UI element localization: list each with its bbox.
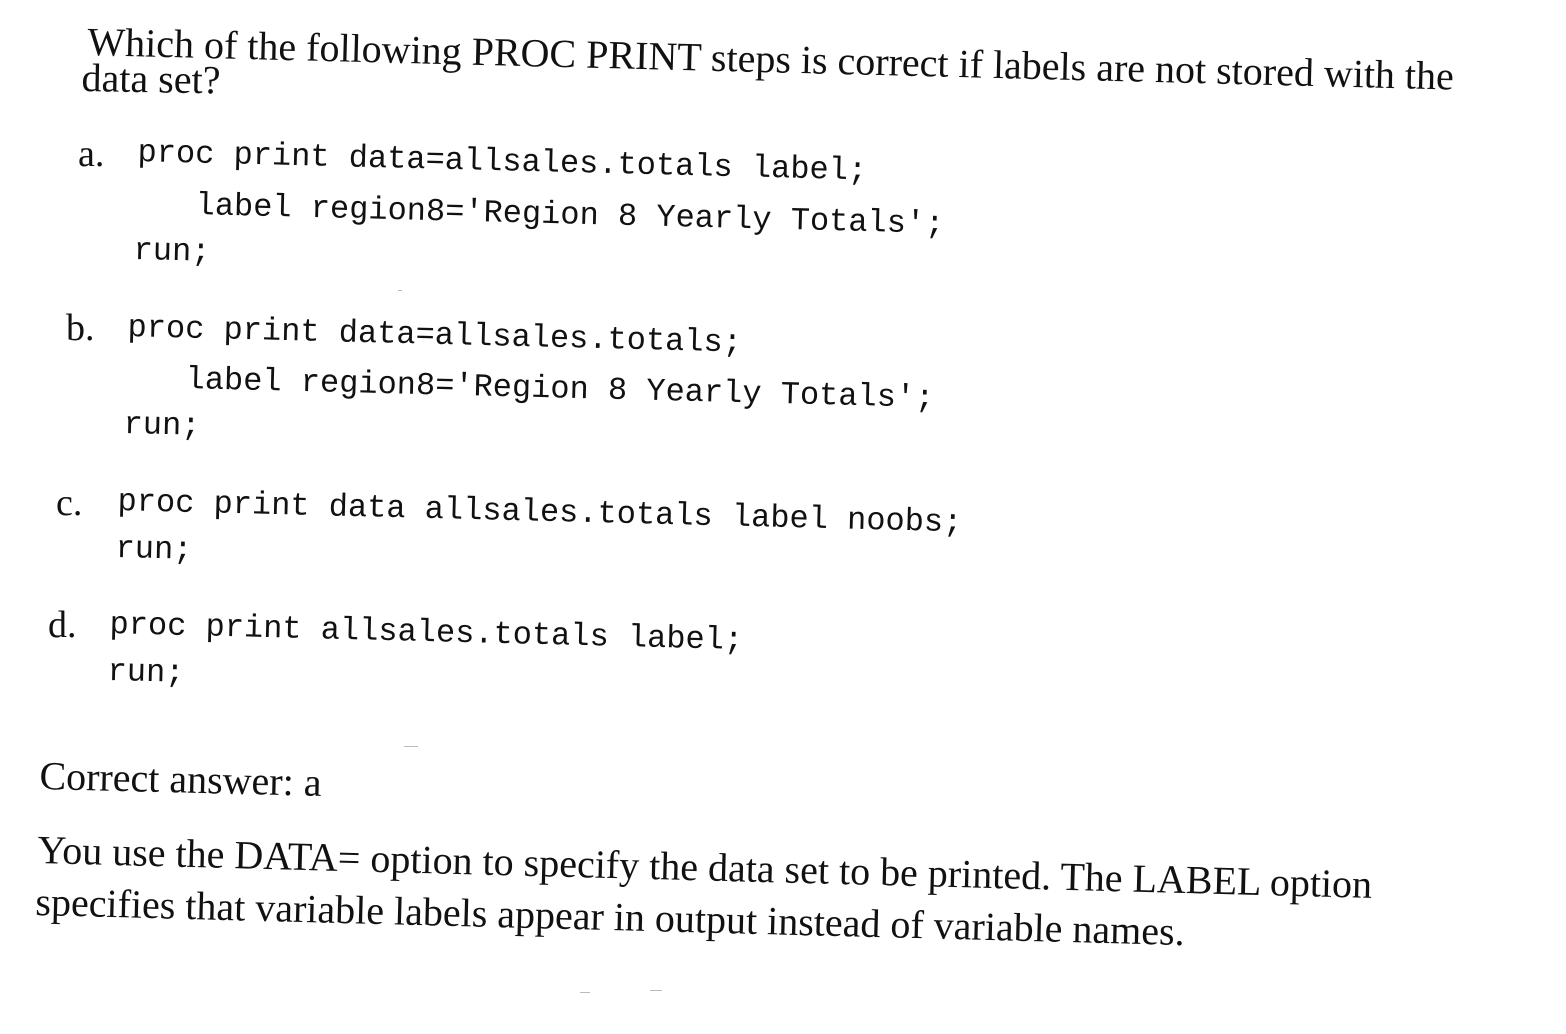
option-b-line-3: run; [123, 406, 201, 445]
question-line-1: Which of the following PROC PRINT steps … [86, 19, 1455, 99]
option-c-line-1: proc print data allsales.totals label no… [117, 483, 963, 542]
option-a-letter: a. [78, 133, 105, 175]
option-c-line-2: run; [115, 530, 193, 569]
option-b-line-1: proc print data=allsales.totals; [127, 309, 743, 362]
option-d-line-1: proc print allsales.totals label; [109, 606, 744, 660]
option-a-line-1: proc print data=allsales.totals label; [137, 134, 868, 190]
option-d-line-2: run; [107, 653, 185, 692]
scan-speck [398, 290, 402, 291]
option-b-letter: b. [66, 307, 95, 349]
scan-speck [404, 746, 418, 747]
scan-speck [650, 990, 662, 991]
option-b-line-2: label region8='Region 8 Yearly Totals'; [185, 361, 935, 417]
correct-answer: Correct answer: a [38, 753, 323, 805]
scan-speck [580, 992, 590, 993]
option-a-line-2: label region8='Region 8 Yearly Totals'; [195, 187, 945, 243]
option-a-line-3: run; [133, 232, 211, 271]
question-line-2: data set? [81, 55, 221, 103]
option-d-letter: d. [48, 604, 77, 646]
scanned-page: Which of the following PROC PRINT steps … [0, 0, 1566, 1034]
option-c-letter: c. [56, 482, 83, 524]
